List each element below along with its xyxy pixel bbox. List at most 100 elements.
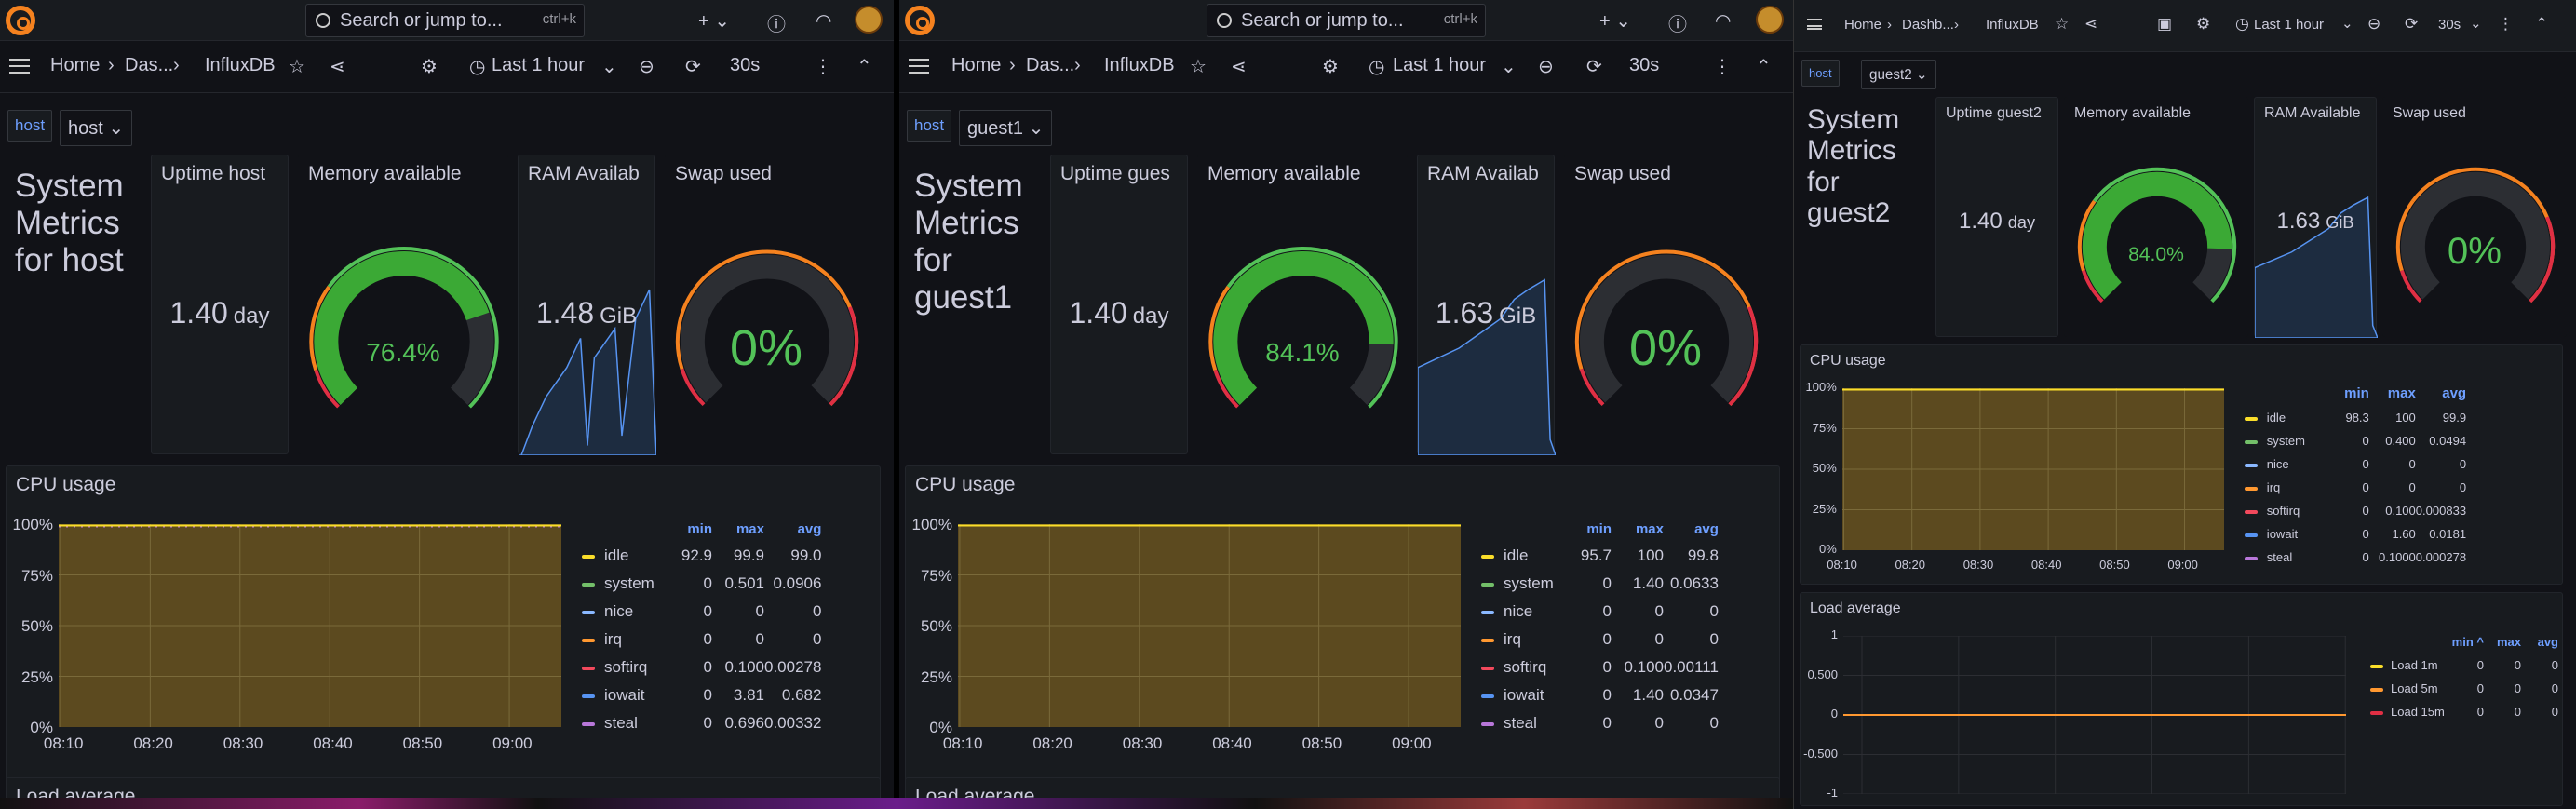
legend-row[interactable]: iowait 0 1.60 0.0181 [2239,522,2466,546]
legend-row[interactable]: system 0 0.501 0.0906 [576,570,821,598]
legend-header-min[interactable]: min [2323,381,2369,406]
legend-header-min_sorted[interactable]: min ^ [2447,630,2484,654]
refresh-icon[interactable]: ⟳ [685,55,701,78]
rss-icon[interactable]: ◠ [1715,9,1731,33]
legend-row[interactable]: softirq 0 0.100 0.00111 [1476,654,1719,681]
gear-icon[interactable]: ⚙ [1322,55,1339,78]
cpu-chart[interactable] [1841,388,2224,550]
menu-icon[interactable] [1807,19,1822,30]
legend-row[interactable]: idle 98.3 100 99.9 [2239,406,2466,429]
memory-available-panel[interactable]: Memory available 84.0% [2064,97,2248,337]
ram-available-panel[interactable]: RAM Available 1.63 GiB [2254,97,2378,338]
collapse-icon[interactable]: ⌃ [856,55,872,78]
chevron-down-icon[interactable]: ⌄ [1501,55,1517,78]
search-input[interactable]: Search or jump to... ctrl+k [1207,4,1486,37]
breadcrumb-dashboards[interactable]: Das... [1026,55,1074,76]
uptime-panel[interactable]: Uptime gues 1.40 day [1050,155,1188,454]
search-input[interactable]: Search or jump to... ctrl+k [305,4,585,37]
star-icon[interactable]: ☆ [289,55,305,78]
ram-available-panel[interactable]: RAM Availab 1.48 GiB [518,155,656,455]
legend-header-min[interactable]: min [660,517,712,542]
legend-header-max[interactable]: max [712,517,764,542]
uptime-panel[interactable]: Uptime host 1.40 day [151,155,289,454]
grafana-logo-icon[interactable] [6,6,35,35]
legend-header-avg[interactable]: avg [1664,517,1719,542]
legend-header-min[interactable]: min [1559,517,1612,542]
save-icon[interactable]: ▣ [2157,15,2172,34]
legend-header-avg[interactable]: avg [764,517,822,542]
legend-row[interactable]: irq 0 0 0 [576,626,821,654]
share-icon[interactable]: ⋖ [330,55,345,78]
chevron-down-icon[interactable]: ⌄ [2470,15,2482,32]
legend-row[interactable]: iowait 0 1.40 0.0347 [1476,681,1719,709]
legend-row[interactable]: Load 1m 0 0 0 [2365,654,2558,677]
load-chart[interactable] [1843,636,2346,794]
help-icon[interactable]: ⓘ [767,9,786,36]
swap-used-panel[interactable]: Swap used 0% [2382,97,2567,337]
cpu-usage-panel[interactable]: CPU usage 100% 75% 50% 25% 0% 08:10 08:20 08:30 0… [1800,344,2563,585]
zoom-out-icon[interactable]: ⊖ [639,55,654,78]
refresh-interval[interactable]: 30s [2438,17,2461,33]
legend-row[interactable]: system 0 0.400 0.0494 [2239,429,2466,452]
cpu-usage-panel[interactable]: CPU usage 100% 75% 50% 25% 0% 08:10 08:20 08:30 0… [6,465,881,791]
breadcrumb-home[interactable]: Home [951,55,1001,76]
ram-available-panel[interactable]: RAM Availab 1.63 GiB [1417,155,1556,455]
legend-row[interactable]: softirq 0 0.100 0.00278 [576,654,821,681]
legend-row[interactable]: softirq 0 0.100 0.000833 [2239,499,2466,522]
legend-row[interactable]: irq 0 0 0 [2239,476,2466,499]
chevron-down-icon[interactable]: ⌄ [601,55,617,78]
legend-header-max[interactable]: max [2484,630,2521,654]
menu-icon[interactable] [9,59,30,74]
chevron-down-icon[interactable]: ⌄ [2341,15,2353,32]
help-icon[interactable]: ⓘ [1668,9,1687,36]
time-range-picker[interactable]: Last 1 hour [2254,17,2324,33]
share-icon[interactable]: ⋖ [1231,55,1247,78]
gear-icon[interactable]: ⚙ [2196,15,2210,34]
legend-row[interactable]: Load 15m 0 0 0 [2365,700,2558,723]
menu-icon[interactable] [909,59,929,74]
cpu-usage-panel[interactable]: CPU usage 100% 75% 50% 25% 0% 08:10 08:20 08:30 0… [905,465,1780,791]
swap-used-panel[interactable]: Swap used 0% [665,155,868,454]
legend-row[interactable]: steal 0 0 0 [1476,709,1719,737]
gear-icon[interactable]: ⚙ [421,55,438,78]
plus-icon[interactable]: + ⌄ [698,9,730,33]
legend-row[interactable]: system 0 1.40 0.0633 [1476,570,1719,598]
variable-select[interactable]: guest2 ⌄ [1861,60,1936,89]
load-average-panel[interactable]: Load average 1 0.500 0 -0.500 -1 min ^ max avg Lo… [1800,592,2563,806]
star-icon[interactable]: ☆ [1190,55,1207,78]
star-icon[interactable]: ☆ [2055,15,2069,34]
avatar[interactable] [855,6,883,34]
cpu-chart[interactable] [59,524,561,727]
refresh-interval[interactable]: 30s [1629,55,1659,76]
legend-row[interactable]: steal 0 0.1000 0.000278 [2239,546,2466,569]
share-icon[interactable]: ⋖ [2084,15,2097,34]
more-icon[interactable]: ⋮ [814,55,832,78]
zoom-out-icon[interactable]: ⊖ [2367,15,2380,34]
legend-row[interactable]: irq 0 0 0 [1476,626,1719,654]
legend-row[interactable]: idle 92.9 99.9 99.0 [576,542,821,570]
collapse-icon[interactable]: ⌃ [1756,55,1772,78]
more-icon[interactable]: ⋮ [2498,15,2514,34]
legend-header-avg[interactable]: avg [2416,381,2466,406]
grafana-logo-icon[interactable] [905,6,935,35]
plus-icon[interactable]: + ⌄ [1599,9,1631,33]
time-range-picker[interactable]: Last 1 hour [492,55,585,76]
variable-select[interactable]: host ⌄ [60,110,133,146]
legend-row[interactable]: iowait 0 3.81 0.682 [576,681,821,709]
time-range-picker[interactable]: Last 1 hour [1393,55,1486,76]
legend-row[interactable]: steal 0 0.696 0.00332 [576,709,821,737]
legend-row[interactable]: Load 5m 0 0 0 [2365,677,2558,700]
refresh-icon[interactable]: ⟳ [2405,15,2418,34]
breadcrumb-dashboards[interactable]: Das... [125,55,173,76]
breadcrumb-home[interactable]: Home [50,55,100,76]
legend-header-max[interactable]: max [2369,381,2416,406]
memory-available-panel[interactable]: Memory available 76.4% [298,155,508,454]
variable-select[interactable]: guest1 ⌄ [959,110,1053,146]
legend-row[interactable]: nice 0 0 0 [576,598,821,626]
legend-row[interactable]: nice 0 0 0 [1476,598,1719,626]
collapse-icon[interactable]: ⌃ [2535,15,2548,34]
zoom-out-icon[interactable]: ⊖ [1538,55,1554,78]
legend-row[interactable]: nice 0 0 0 [2239,452,2466,476]
rss-icon[interactable]: ◠ [816,9,831,33]
memory-available-panel[interactable]: Memory available 84.1% [1197,155,1408,454]
